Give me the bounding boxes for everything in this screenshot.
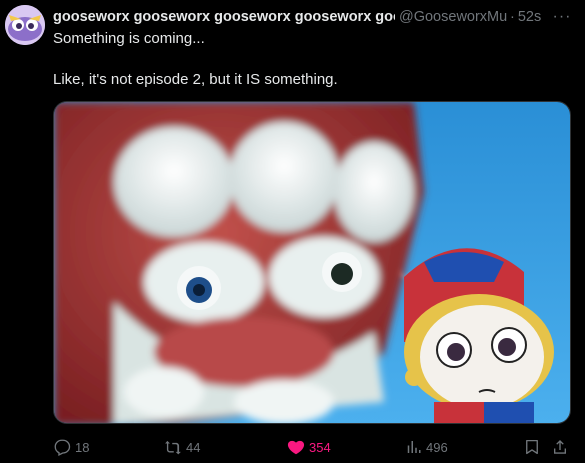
- teeth-character-image: [54, 102, 570, 423]
- tweet-text-line-2: Like, it's not episode 2, but it IS some…: [53, 71, 338, 88]
- bookmark-icon: [523, 438, 541, 456]
- retweet-count: 44: [186, 439, 201, 455]
- analytics-icon: [404, 438, 422, 456]
- reply-button[interactable]: 18: [53, 436, 89, 458]
- reply-icon: [53, 438, 71, 456]
- timestamp[interactable]: 52s: [518, 9, 541, 25]
- like-button[interactable]: 354: [287, 436, 331, 458]
- share-icon: [551, 438, 569, 456]
- views-count: 496: [426, 439, 448, 455]
- tweet-media-image[interactable]: [53, 101, 571, 424]
- heart-icon: [287, 438, 305, 456]
- separator-dot: ·: [510, 9, 515, 25]
- action-bar: 18 44 354 496: [53, 436, 573, 458]
- tweet-text-line-1: Something is coming...: [53, 30, 205, 47]
- tweet-header: gooseworx gooseworx gooseworx gooseworx …: [53, 7, 579, 27]
- views-button[interactable]: 496: [404, 436, 448, 458]
- tweet: gooseworx gooseworx gooseworx gooseworx …: [0, 0, 585, 463]
- gooseworx-avatar-icon: [5, 5, 45, 45]
- user-handle[interactable]: @GooseworxMusic: [399, 9, 507, 25]
- retweet-button[interactable]: 44: [164, 436, 200, 458]
- like-count: 354: [309, 439, 331, 455]
- retweet-icon: [164, 438, 182, 456]
- more-options-icon[interactable]: ···: [551, 7, 573, 27]
- reply-count: 18: [75, 439, 90, 455]
- share-button[interactable]: [551, 436, 573, 458]
- avatar[interactable]: [5, 5, 45, 45]
- display-name[interactable]: gooseworx gooseworx gooseworx gooseworx …: [53, 9, 395, 25]
- bookmark-button[interactable]: [523, 436, 545, 458]
